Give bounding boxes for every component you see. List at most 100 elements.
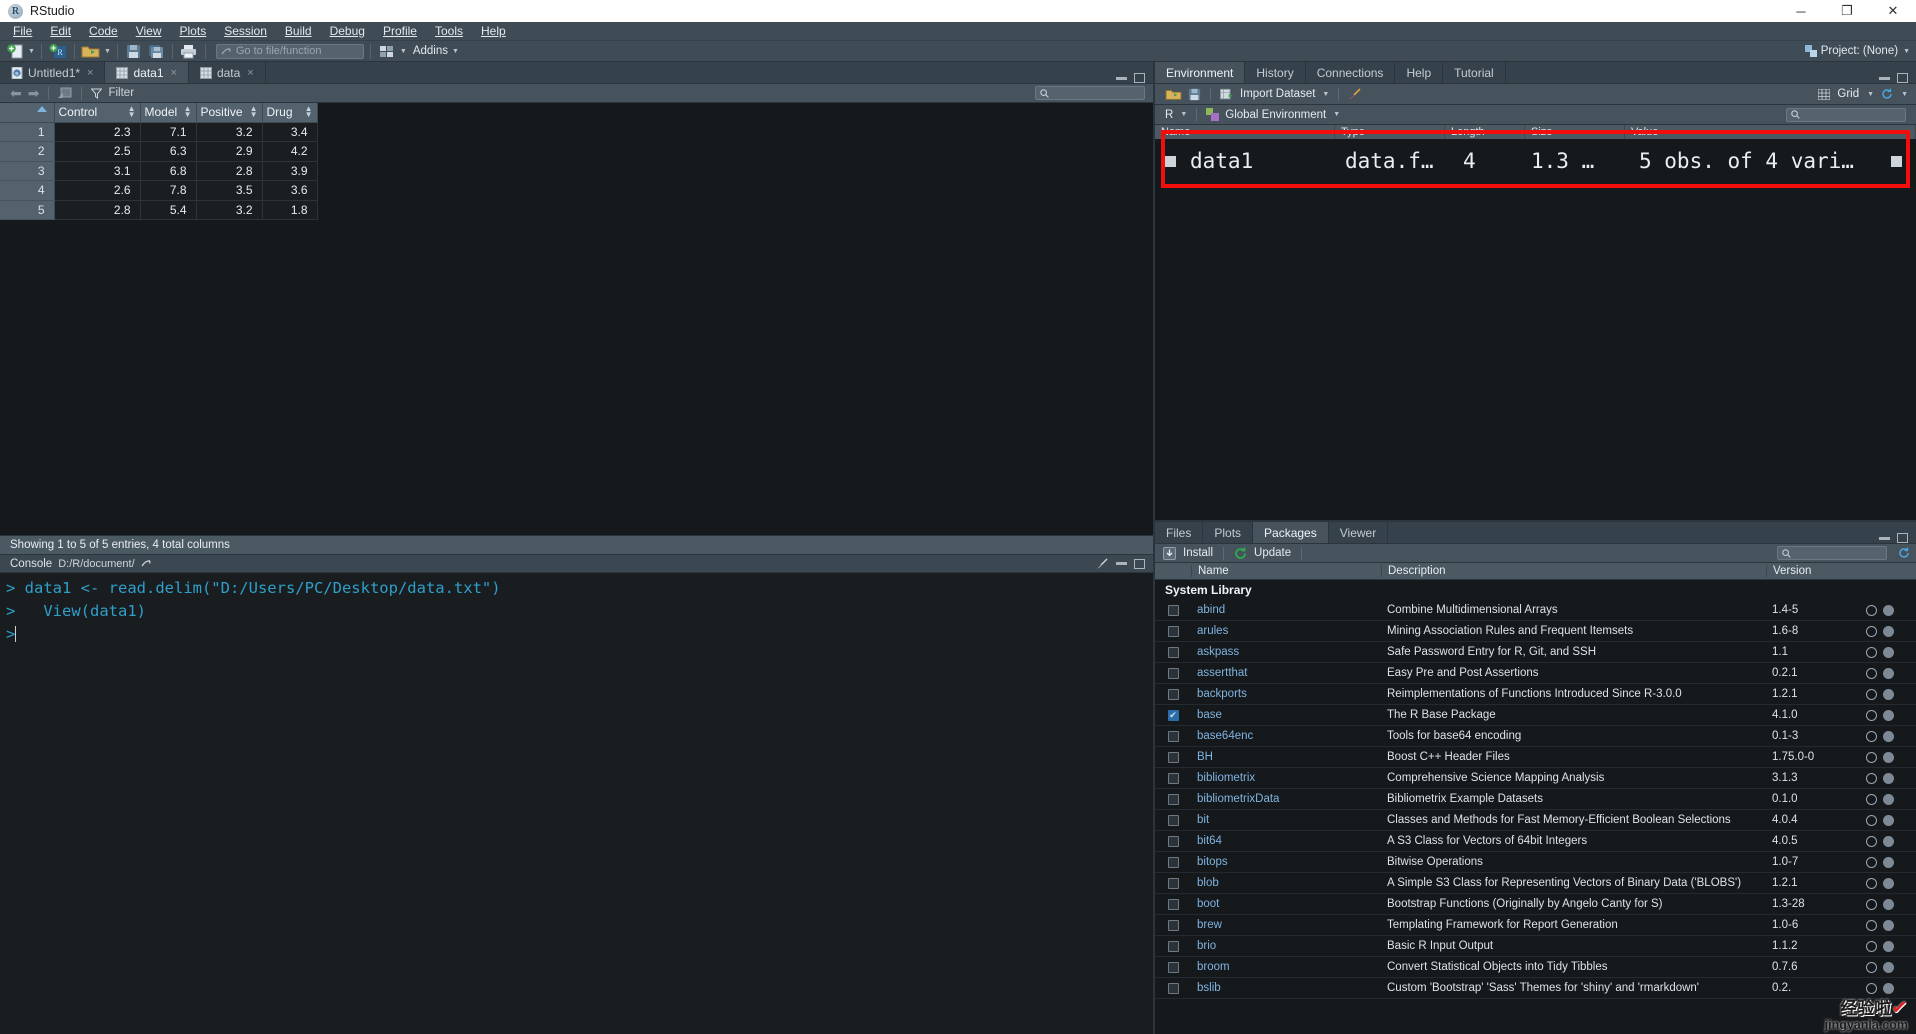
package-homepage-icon[interactable]	[1866, 730, 1877, 742]
environment-object-row-data1[interactable]: data1 data.f… 4 1.3 … 5 obs. of 4 vari…	[1155, 139, 1916, 183]
package-homepage-icon[interactable]	[1866, 898, 1877, 910]
table-row[interactable]: 5 2.8 5.4 3.2 1.8	[0, 200, 318, 220]
pane-layout-chevron-down-icon[interactable]: ▼	[400, 48, 407, 55]
save-all-icon[interactable]	[146, 42, 166, 60]
package-row[interactable]: base64enc Tools for base64 encoding 0.1-3	[1155, 726, 1916, 747]
back-arrow-icon[interactable]: ⬅	[10, 85, 22, 102]
sort-toggle-icon[interactable]: ▲ ▼	[184, 105, 192, 119]
package-row[interactable]: BH Boost C++ Header Files 1.75.0-0	[1155, 747, 1916, 768]
open-in-window-icon[interactable]	[58, 87, 72, 99]
import-dataset-button[interactable]: Import Dataset	[1240, 88, 1315, 100]
remove-package-icon[interactable]	[1883, 709, 1894, 721]
broom-clear-console-icon[interactable]	[1096, 558, 1109, 570]
refresh-icon[interactable]	[1881, 88, 1893, 100]
close-icon[interactable]: ×	[247, 67, 253, 79]
package-row[interactable]: bit64 A S3 Class for Vectors of 64bit Int…	[1155, 831, 1916, 852]
package-row[interactable]: brew Templating Framework for Report Gene…	[1155, 915, 1916, 936]
package-load-checkbox[interactable]	[1167, 877, 1179, 889]
package-homepage-icon[interactable]	[1866, 982, 1877, 994]
package-homepage-icon[interactable]	[1866, 688, 1877, 700]
maximize-pane-icon[interactable]	[1134, 558, 1145, 569]
remove-package-icon[interactable]	[1883, 898, 1894, 910]
tab-history[interactable]: History	[1245, 62, 1306, 83]
source-tab-untitled1[interactable]: R Untitled1* ×	[0, 62, 106, 83]
package-load-checkbox[interactable]	[1167, 835, 1179, 847]
package-row[interactable]: ✔ base The R Base Package 4.1.0	[1155, 705, 1916, 726]
remove-package-icon[interactable]	[1883, 982, 1894, 994]
menu-session[interactable]: Session	[215, 22, 276, 41]
package-load-checkbox[interactable]	[1167, 772, 1179, 784]
remove-package-icon[interactable]	[1883, 772, 1894, 784]
minimize-pane-icon[interactable]	[1116, 76, 1127, 80]
menu-file[interactable]: File	[4, 22, 41, 41]
install-button[interactable]: Install	[1183, 547, 1213, 559]
menu-view[interactable]: View	[127, 22, 171, 41]
save-icon[interactable]	[124, 42, 144, 60]
package-homepage-icon[interactable]	[1866, 667, 1877, 679]
pane-layout-icon[interactable]	[377, 42, 397, 60]
table-row[interactable]: 1 2.3 7.1 3.2 3.4	[0, 122, 318, 142]
minimize-pane-icon[interactable]	[1116, 562, 1127, 565]
remove-package-icon[interactable]	[1883, 667, 1894, 679]
package-name-link[interactable]: brew	[1191, 919, 1381, 931]
addins-chevron-down-icon[interactable]: ▼	[452, 48, 459, 55]
grid-chevron-down-icon[interactable]: ▼	[1867, 91, 1874, 98]
package-homepage-icon[interactable]	[1866, 646, 1877, 658]
sort-toggle-icon[interactable]: ▲ ▼	[128, 105, 136, 119]
maximize-pane-icon[interactable]	[1897, 73, 1908, 83]
package-row[interactable]: backports Reimplementations of Functions …	[1155, 684, 1916, 705]
package-load-checkbox[interactable]	[1167, 688, 1179, 700]
refresh-icon[interactable]	[1898, 547, 1910, 559]
new-file-icon[interactable]	[5, 42, 25, 60]
language-chevron-down-icon[interactable]: ▼	[1180, 111, 1187, 118]
package-homepage-icon[interactable]	[1866, 835, 1877, 847]
remove-package-icon[interactable]	[1883, 730, 1894, 742]
new-file-chevron-down-icon[interactable]: ▼	[28, 48, 35, 55]
pkg-column-version[interactable]: Version	[1766, 565, 1866, 577]
package-load-checkbox[interactable]	[1167, 814, 1179, 826]
sort-toggle-icon[interactable]: ▲ ▼	[250, 105, 258, 119]
pkg-column-name[interactable]: Name	[1191, 565, 1381, 577]
tab-connections[interactable]: Connections	[1305, 62, 1396, 83]
tab-tutorial[interactable]: Tutorial	[1443, 62, 1506, 83]
minimize-pane-icon[interactable]	[1879, 76, 1890, 80]
package-row[interactable]: bibliometrixData Bibliometrix Example Dat…	[1155, 789, 1916, 810]
package-load-checkbox[interactable]	[1167, 856, 1179, 868]
package-load-checkbox[interactable]	[1167, 625, 1179, 637]
package-name-link[interactable]: broom	[1191, 961, 1381, 973]
remove-package-icon[interactable]	[1883, 940, 1894, 952]
package-name-link[interactable]: brio	[1191, 940, 1381, 952]
menu-debug[interactable]: Debug	[321, 22, 374, 41]
column-header-model[interactable]: Model ▲ ▼	[140, 103, 197, 123]
view-object-icon[interactable]	[1891, 155, 1902, 167]
env-column-size[interactable]: Size	[1525, 125, 1625, 139]
packages-list[interactable]: System Library abind Combine Multidimensi…	[1155, 580, 1916, 1034]
save-icon[interactable]	[1188, 88, 1201, 101]
maximize-window-button[interactable]: ❐	[1824, 0, 1870, 22]
close-icon[interactable]: ×	[87, 67, 93, 79]
menu-build[interactable]: Build	[276, 22, 321, 41]
packages-search-input[interactable]	[1777, 546, 1887, 560]
column-header-drug[interactable]: Drug ▲ ▼	[262, 103, 318, 123]
print-icon[interactable]	[179, 42, 199, 60]
source-tab-data[interactable]: data ×	[188, 62, 266, 83]
remove-package-icon[interactable]	[1883, 919, 1894, 931]
package-name-link[interactable]: bslib	[1191, 982, 1381, 994]
data-viewer-search-input[interactable]	[1035, 86, 1145, 100]
package-homepage-icon[interactable]	[1866, 772, 1877, 784]
menu-code[interactable]: Code	[80, 22, 127, 41]
menu-plots[interactable]: Plots	[171, 22, 216, 41]
menu-edit[interactable]: Edit	[41, 22, 80, 41]
menu-help[interactable]: Help	[472, 22, 515, 41]
package-name-link[interactable]: assertthat	[1191, 667, 1381, 679]
package-name-link[interactable]: bit64	[1191, 835, 1381, 847]
package-name-link[interactable]: bibliometrix	[1191, 772, 1381, 784]
tab-packages[interactable]: Packages	[1253, 522, 1329, 543]
environment-grid-label[interactable]: Grid	[1837, 88, 1859, 100]
table-row[interactable]: 4 2.6 7.8 3.5 3.6	[0, 180, 318, 201]
console-output[interactable]: > data1 <- read.delim("D:/Users/PC/Deskt…	[0, 573, 1153, 1034]
close-window-button[interactable]: ✕	[1870, 0, 1916, 22]
maximize-pane-icon[interactable]	[1134, 73, 1145, 83]
tab-help[interactable]: Help	[1395, 62, 1444, 83]
package-load-checkbox[interactable]	[1167, 940, 1179, 952]
